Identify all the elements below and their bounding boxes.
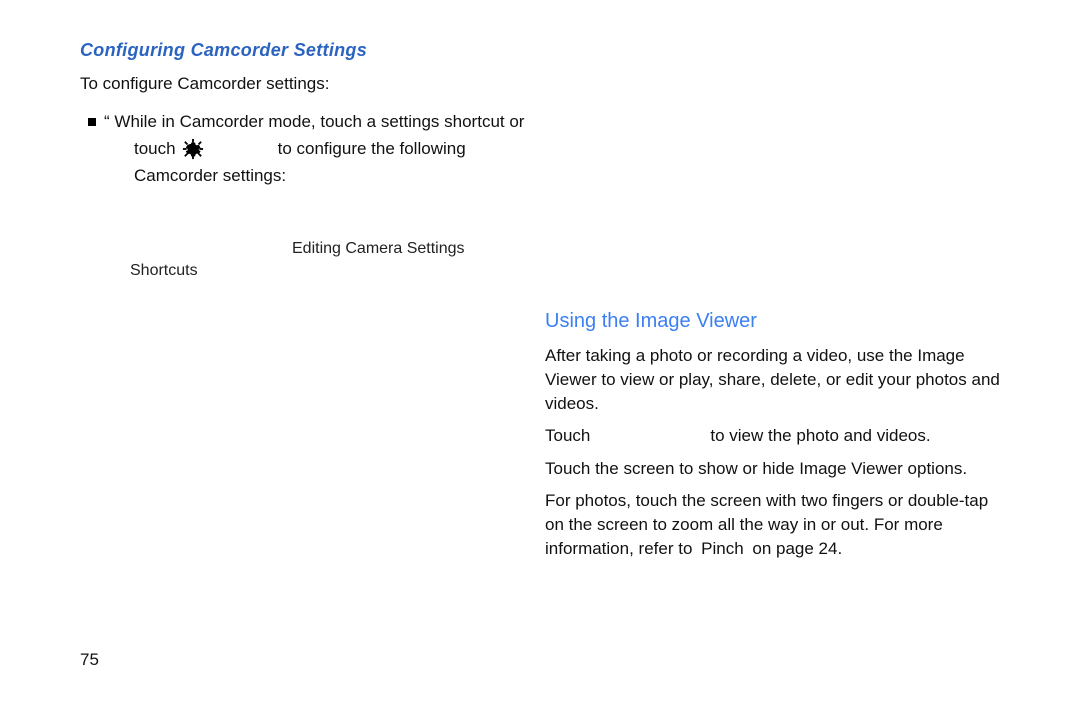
bullet-item: “ While in Camcorder mode, touch a setti… (88, 110, 550, 188)
para-zoom-pinch: For photos, touch the screen with two fi… (545, 489, 1005, 561)
image-viewer-intro: After taking a photo or recording a vide… (545, 344, 1005, 416)
pinch-rest: on page 24. (748, 539, 843, 558)
right-column: Using the Image Viewer After taking a ph… (545, 308, 1005, 561)
bullet-line2: touch (134, 137, 550, 162)
gear-icon (182, 138, 272, 160)
shortcuts-label: Shortcuts (130, 262, 198, 280)
editing-settings-label: Editing Camera Settings (292, 240, 465, 258)
section-heading-image-viewer: Using the Image Viewer (545, 308, 1005, 334)
after-icon-text: to configure the following (278, 137, 466, 162)
touch-word: Touch (545, 424, 590, 448)
section-heading-configuring: Configuring Camcorder Settings (80, 40, 550, 62)
bullet-content: “ While in Camcorder mode, touch a setti… (104, 110, 550, 188)
left-column: Configuring Camcorder Settings To config… (80, 40, 550, 240)
touch-line: Touch to view the photo and videos. (545, 424, 1005, 448)
intro-line: To configure Camcorder settings: (80, 72, 550, 97)
bullet-line3: Camcorder settings: (134, 164, 550, 189)
square-bullet-icon (88, 118, 96, 126)
para-show-hide: Touch the screen to show or hide Image V… (545, 457, 1005, 481)
touch-word: touch (134, 137, 176, 162)
pinch-crossref[interactable]: Pinch (697, 539, 748, 558)
manual-page: Configuring Camcorder Settings To config… (0, 0, 1080, 720)
page-number: 75 (80, 650, 99, 670)
bullet-line1: While in Camcorder mode, touch a setting… (110, 112, 525, 131)
touch-rest: to view the photo and videos. (710, 424, 930, 448)
